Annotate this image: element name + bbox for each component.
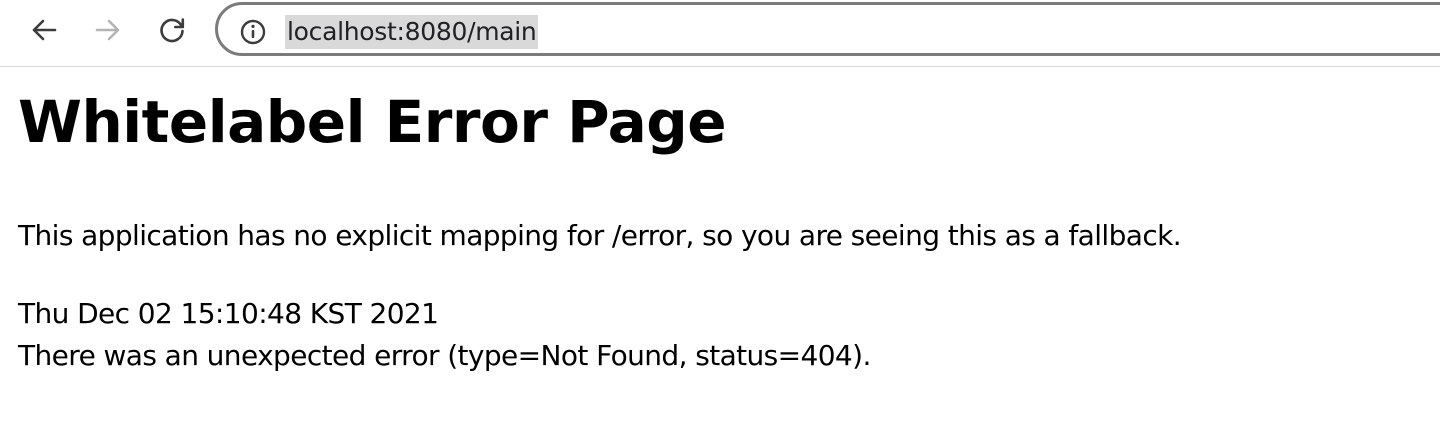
arrow-right-icon (95, 19, 120, 41)
page-title: Whitelabel Error Page (18, 88, 727, 156)
reload-button[interactable] (152, 10, 192, 50)
error-timestamp: Thu Dec 02 15:10:48 KST 2021 (18, 297, 439, 330)
back-button[interactable] (24, 10, 64, 50)
url-text[interactable]: localhost:8080/main (285, 15, 539, 49)
info-circle-icon (240, 19, 266, 45)
fallback-message: This application has no explicit mapping… (18, 219, 1182, 252)
arrow-left-icon (32, 19, 57, 41)
browser-toolbar: localhost:8080/main (0, 0, 1440, 67)
reload-icon (160, 18, 185, 43)
site-info-button[interactable] (239, 18, 267, 46)
error-detail: There was an unexpected error (type=Not … (18, 339, 871, 372)
forward-button[interactable] (88, 10, 128, 50)
address-bar[interactable]: localhost:8080/main (215, 2, 1440, 56)
